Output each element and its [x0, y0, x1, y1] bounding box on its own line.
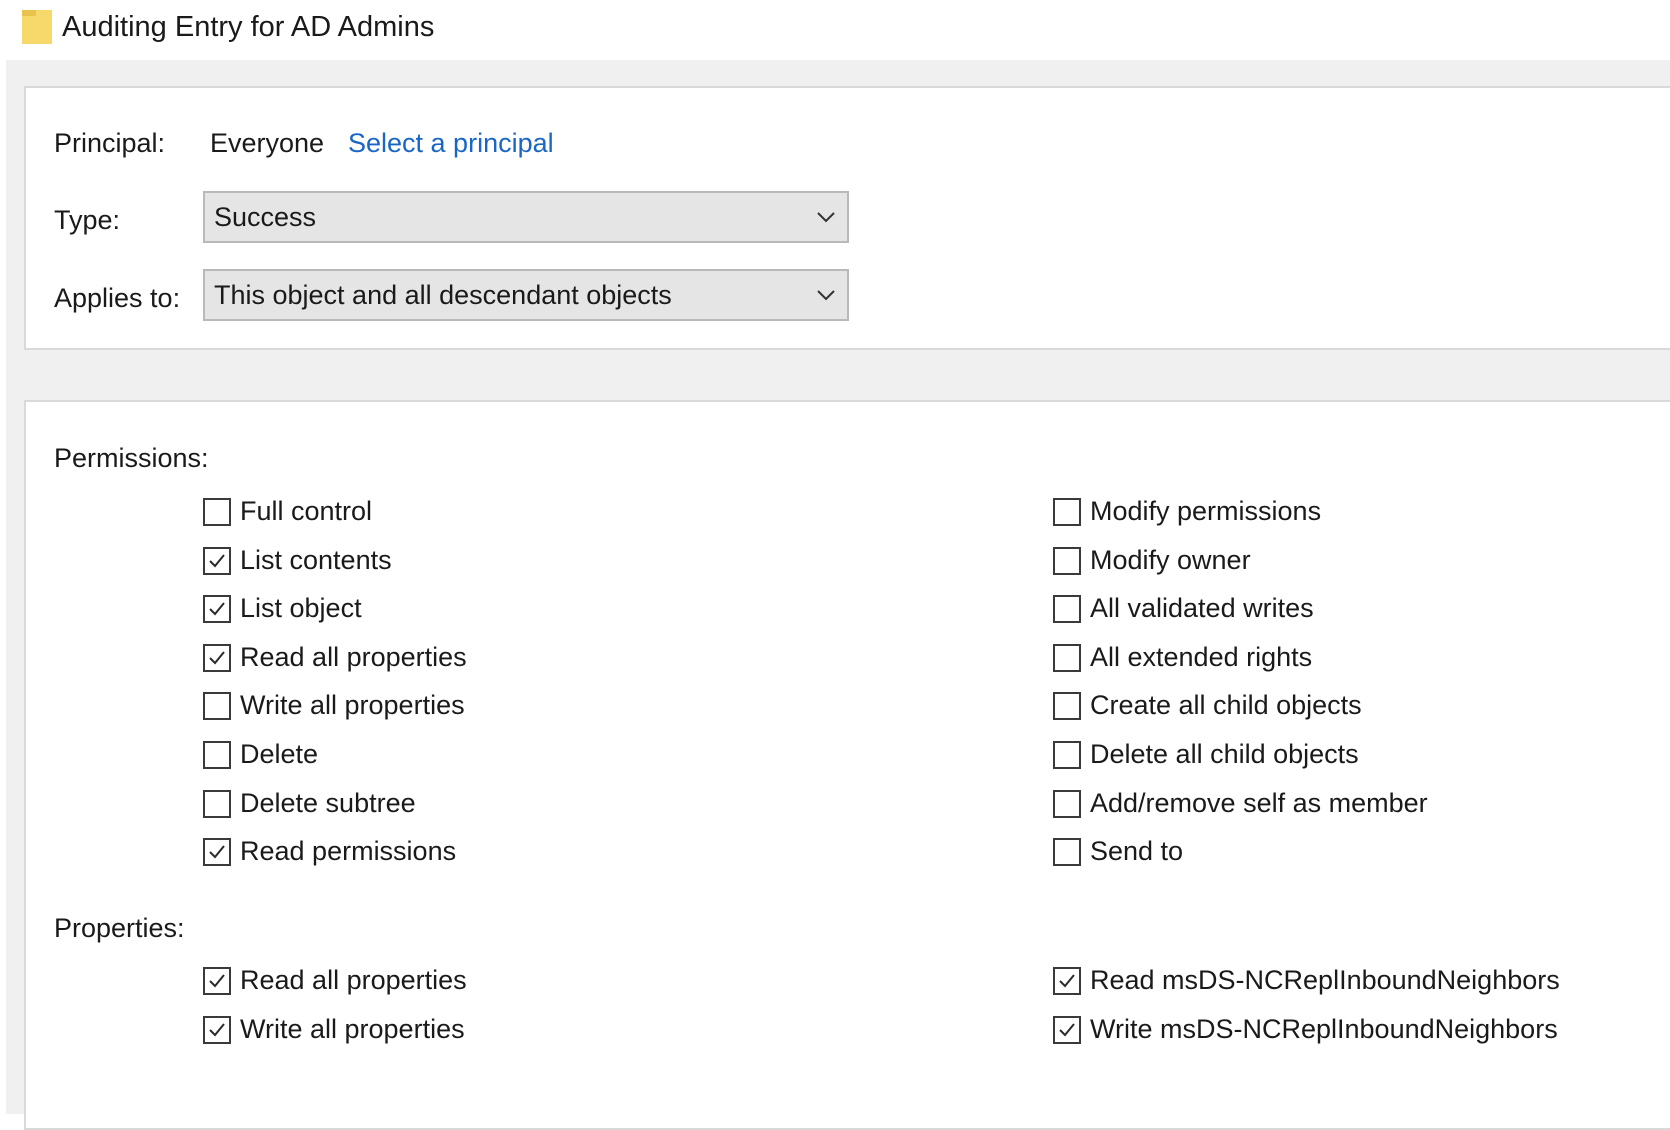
chevron-down-icon — [817, 212, 835, 223]
checkbox-label: Write msDS-NCReplInboundNeighbors — [1090, 1013, 1558, 1044]
checkbox-label: Delete all child objects — [1090, 739, 1359, 769]
checkbox-label: Read msDS-NCReplInboundNeighbors — [1090, 965, 1560, 995]
checkbox-label: Send to — [1090, 836, 1184, 867]
checkmark-icon — [209, 1022, 225, 1037]
checkmark-icon — [209, 974, 225, 988]
principal-value: Everyone — [210, 128, 325, 158]
checkbox-label: All extended rights — [1090, 641, 1313, 672]
type-label: Type: — [54, 205, 121, 235]
checkbox-unchecked[interactable] — [1053, 692, 1081, 721]
checkbox-label: Delete subtree — [240, 787, 416, 818]
chevron-down-icon — [817, 290, 835, 301]
checkbox-label: Read all properties — [240, 965, 467, 995]
checkmark-icon — [209, 602, 225, 616]
checkbox-label: Full control — [240, 496, 373, 526]
select-principal-link[interactable]: Select a principal — [348, 127, 554, 159]
checkbox-checked[interactable] — [203, 546, 231, 575]
type-dropdown[interactable]: Success — [203, 191, 849, 243]
checkbox-label: Write all properties — [240, 690, 465, 721]
checkbox-checked[interactable] — [203, 643, 231, 672]
checkmark-icon — [1059, 1022, 1075, 1037]
checkbox-checked[interactable] — [1053, 967, 1081, 995]
permissions-label: Permissions: — [54, 443, 209, 473]
checkbox-checked[interactable] — [203, 967, 231, 995]
checkbox-unchecked[interactable] — [1053, 546, 1081, 575]
properties-label: Properties: — [54, 913, 185, 943]
checkbox-unchecked[interactable] — [203, 789, 231, 818]
checkmark-icon — [1059, 974, 1075, 988]
checkbox-unchecked[interactable] — [1053, 643, 1081, 672]
checkbox-checked[interactable] — [203, 838, 231, 867]
checkbox-checked[interactable] — [203, 595, 231, 624]
checkbox-label: Delete — [240, 739, 319, 769]
type-selected-value: Success — [214, 202, 317, 232]
checkbox-label: Modify permissions — [1090, 496, 1322, 526]
checkbox-label: Write all properties — [240, 1013, 465, 1044]
checkmark-icon — [209, 553, 225, 568]
principal-label: Principal: — [54, 128, 166, 158]
checkbox-unchecked[interactable] — [1053, 838, 1081, 867]
checkbox-label: List contents — [240, 544, 392, 575]
checkbox-label: Read permissions — [240, 836, 457, 867]
checkbox-label: Create all child objects — [1090, 690, 1362, 721]
checkbox-checked[interactable] — [203, 1015, 231, 1044]
checkbox-label: Read all properties — [240, 641, 467, 672]
applies-to-dropdown[interactable]: This object and all descendant objects — [203, 269, 849, 321]
checkbox-unchecked[interactable] — [1053, 595, 1081, 624]
window-title: Auditing Entry for AD Admins — [62, 11, 435, 43]
checkbox-label: List object — [240, 593, 362, 624]
checkbox-unchecked[interactable] — [203, 741, 231, 769]
applies-to-label: Applies to: — [54, 283, 181, 313]
checkbox-unchecked[interactable] — [1053, 498, 1081, 526]
checkbox-unchecked[interactable] — [203, 498, 231, 526]
checkbox-label: All validated writes — [1090, 593, 1314, 624]
checkmark-icon — [209, 651, 225, 665]
checkbox-unchecked[interactable] — [1053, 789, 1081, 818]
checkbox-checked[interactable] — [1053, 1015, 1081, 1044]
title-bar: Auditing Entry for AD Admins — [0, 0, 1670, 60]
applies-to-selected-value: This object and all descendant objects — [214, 280, 672, 310]
checkbox-unchecked[interactable] — [203, 692, 231, 721]
checkbox-label: Add/remove self as member — [1090, 787, 1428, 818]
checkbox-unchecked[interactable] — [1053, 741, 1081, 769]
checkmark-icon — [209, 845, 225, 859]
folder-icon — [22, 10, 52, 44]
checkbox-label: Modify owner — [1090, 544, 1251, 575]
